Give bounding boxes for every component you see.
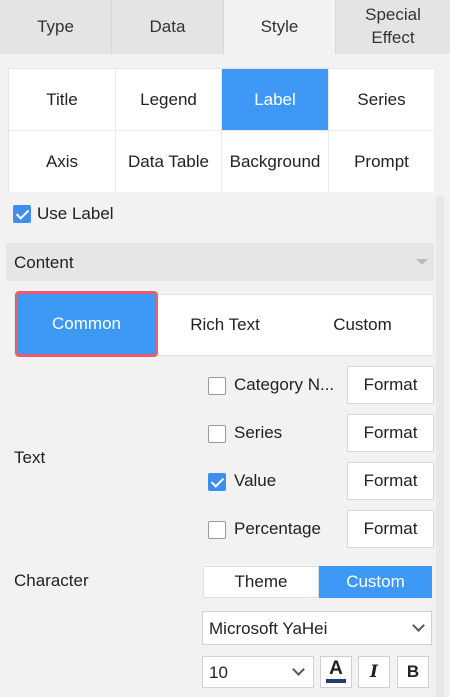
subtab-series[interactable]: Series [329, 69, 434, 131]
tab-data-label: Data [149, 16, 186, 36]
value-format-label: Format [363, 471, 418, 490]
bold-icon: B [406, 662, 420, 681]
category-name-checkbox[interactable] [208, 377, 226, 395]
font-color-bar [326, 679, 346, 683]
subtab-background-label: Background [229, 151, 321, 171]
subtab-legend-label: Legend [140, 89, 197, 109]
series-format-label: Format [363, 423, 418, 442]
percentage-format-button[interactable]: Format [347, 510, 434, 548]
subtab-data-table-label: Data Table [128, 151, 209, 171]
subtab-prompt-label: Prompt [354, 151, 409, 171]
use-label-text: Use Label [37, 204, 114, 223]
content-section-title: Content [14, 253, 74, 272]
text-group-label: Text [14, 448, 46, 467]
character-theme-button[interactable]: Theme [203, 566, 319, 598]
subtab-title[interactable]: Title [9, 69, 116, 131]
mode-common-label: Common [52, 314, 121, 333]
subtab-data-table[interactable]: Data Table [116, 131, 222, 192]
tab-type[interactable]: Type [0, 0, 112, 54]
font-size-select[interactable]: 10 [202, 656, 314, 688]
subtab-title-label: Title [46, 89, 78, 109]
category-name-label: Category N... [234, 375, 335, 394]
category-name-format-label: Format [363, 375, 418, 394]
value-checkbox[interactable] [208, 473, 226, 491]
subtab-label[interactable]: Label [222, 69, 329, 131]
value-label: Value [234, 471, 277, 490]
mode-rich-text-button[interactable]: Rich Text [158, 295, 292, 355]
category-name-format-button[interactable]: Format [347, 366, 434, 404]
value-format-button[interactable]: Format [347, 462, 434, 500]
mode-custom-label: Custom [333, 315, 392, 334]
caret-down-icon [416, 259, 428, 265]
tab-style[interactable]: Style [224, 0, 336, 54]
font-size-value: 10 [209, 663, 228, 682]
content-section-header[interactable]: Content [6, 243, 434, 281]
font-color-button[interactable]: A [320, 656, 352, 688]
use-label-checkbox[interactable] [13, 205, 31, 223]
tab-data[interactable]: Data [112, 0, 224, 54]
character-custom-button[interactable]: Custom [319, 566, 432, 598]
subtab-label-label: Label [254, 89, 296, 109]
mode-common-button[interactable]: Common [15, 291, 158, 357]
percentage-format-label: Format [363, 519, 418, 538]
subtab-background[interactable]: Background [222, 131, 329, 192]
character-theme-label: Theme [234, 572, 288, 591]
italic-icon: I [370, 662, 378, 682]
vertical-scrollbar[interactable] [436, 196, 444, 697]
character-label: Character [14, 571, 89, 590]
series-format-button[interactable]: Format [347, 414, 434, 452]
character-custom-label: Custom [346, 572, 405, 591]
tab-special-effect[interactable]: Special Effect [336, 0, 450, 54]
percentage-label: Percentage [234, 519, 321, 538]
content-mode-switch: Common Rich Text Custom [14, 291, 434, 357]
italic-button[interactable]: I [358, 656, 390, 688]
percentage-checkbox[interactable] [208, 521, 226, 539]
chevron-down-icon [412, 619, 425, 632]
font-color-icon: A [329, 658, 343, 679]
subtab-axis[interactable]: Axis [9, 131, 116, 192]
font-family-select[interactable]: Microsoft YaHei [202, 611, 432, 645]
series-checkbox[interactable] [208, 425, 226, 443]
subtab-legend[interactable]: Legend [116, 69, 222, 131]
series-label: Series [234, 423, 283, 442]
tab-special-effect-label: Special Effect [365, 5, 421, 47]
subtab-axis-label: Axis [45, 151, 79, 171]
tab-type-label: Type [37, 16, 74, 36]
subtab-prompt[interactable]: Prompt [329, 131, 434, 192]
bold-button[interactable]: B [397, 656, 429, 688]
mode-custom-button[interactable]: Custom [292, 295, 433, 355]
style-subtab-grid: Title Legend Label Series Axis Data Tabl… [8, 68, 434, 192]
chevron-down-icon [292, 663, 305, 676]
tab-style-label: Style [260, 16, 299, 36]
mode-rich-text-label: Rich Text [190, 315, 260, 334]
subtab-series-label: Series [357, 89, 406, 109]
font-family-value: Microsoft YaHei [209, 619, 328, 638]
